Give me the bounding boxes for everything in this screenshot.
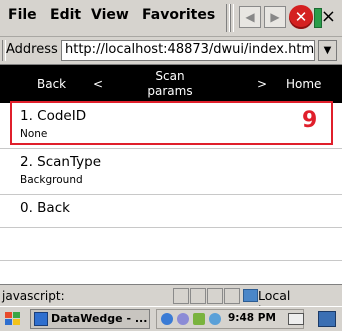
menu-edit[interactable]: Edit — [50, 7, 81, 23]
list-empty-row — [0, 228, 342, 261]
menu-bar: File Edit View Favorites ◀ ▶ ✕ × — [0, 0, 342, 37]
list-item-scantype[interactable]: 2. ScanType Background — [0, 149, 342, 195]
input-panel-icon[interactable] — [318, 311, 336, 327]
next-link[interactable]: > — [257, 77, 267, 91]
status-pane — [173, 288, 189, 304]
intranet-zone-icon — [243, 289, 258, 302]
browser-icon — [34, 312, 48, 326]
menu-separator — [230, 4, 234, 32]
home-link[interactable]: Home — [286, 77, 321, 91]
list-item-title: 0. Back — [20, 200, 70, 216]
page-nav-header: Back < Scan params > Home — [0, 65, 342, 103]
list-item-title: 2. ScanType — [20, 154, 101, 170]
windows-flag-icon[interactable] — [4, 311, 22, 327]
list-item-subtitle: Background — [20, 174, 83, 186]
address-input[interactable]: http://localhost:48873/dwui/index.html?m — [61, 40, 315, 61]
stop-icon[interactable]: ✕ — [289, 5, 313, 29]
status-pane — [207, 288, 223, 304]
prev-link[interactable]: < — [93, 77, 103, 91]
annotation-number: 9 — [302, 108, 318, 133]
task-button-label: DataWedge - ... — [51, 312, 148, 325]
status-pane — [190, 288, 206, 304]
menu-file[interactable]: File — [8, 7, 37, 23]
status-pane — [224, 288, 240, 304]
menu-favorites[interactable]: Favorites — [142, 7, 215, 23]
highlight-box — [10, 101, 333, 145]
task-button-datawedge[interactable]: DataWedge - ... — [30, 309, 150, 329]
sync-icon[interactable] — [177, 313, 189, 325]
address-bar: Address http://localhost:48873/dwui/inde… — [0, 37, 342, 65]
clock[interactable]: 9:48 PM — [228, 312, 276, 324]
status-bar: javascript: Local intranet — [0, 284, 342, 318]
menu-view[interactable]: View — [91, 7, 129, 23]
keyboard-icon[interactable] — [288, 313, 304, 325]
system-tray: 9:48 PM — [156, 309, 304, 329]
close-icon[interactable]: × — [321, 6, 336, 27]
address-label: Address — [6, 42, 58, 57]
taskbar: DataWedge - ... 9:48 PM — [0, 306, 342, 331]
status-text: javascript: — [2, 289, 65, 303]
network-icon[interactable] — [161, 313, 173, 325]
signal-icon[interactable] — [193, 313, 205, 325]
back-arrow-icon[interactable]: ◀ — [239, 6, 261, 28]
connectivity-icon[interactable] — [209, 313, 221, 325]
page-title-line2: params — [147, 84, 193, 98]
page-title: Scan params — [140, 69, 200, 99]
page-title-line1: Scan — [155, 69, 185, 83]
forward-arrow-icon[interactable]: ▶ — [264, 6, 286, 28]
list-item-back[interactable]: 0. Back — [0, 195, 342, 228]
back-link[interactable]: Back — [37, 77, 66, 91]
chevron-down-icon[interactable]: ▼ — [318, 40, 337, 61]
